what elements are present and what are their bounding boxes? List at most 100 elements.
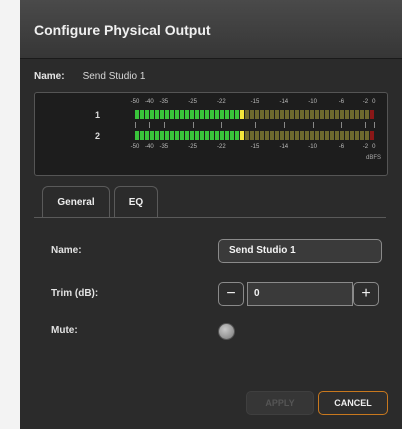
tab-general[interactable]: General	[42, 186, 110, 218]
meter-segment	[345, 110, 349, 119]
meter-segment	[225, 110, 229, 119]
meter-tick	[192, 122, 194, 128]
meter-scale-label: -15	[250, 144, 260, 150]
meter-scale-label: -10	[308, 99, 317, 105]
meter-segment	[360, 131, 364, 140]
meter-segment	[295, 110, 299, 119]
meter-segment	[230, 110, 234, 119]
tab-divider	[34, 217, 386, 218]
meter-scale-top: -50 -40 -35 -25 -22 -15 -14 -10 -6 -2 0	[35, 99, 387, 107]
meter-segment	[320, 131, 324, 140]
meter-scale-label: -14	[279, 99, 289, 105]
meter-segment	[170, 131, 174, 140]
meter-segment	[210, 131, 214, 140]
meter-scale-label: -50	[130, 99, 140, 105]
meter-tick	[255, 122, 256, 128]
meter-segment	[180, 110, 184, 119]
meter-segment	[205, 131, 209, 140]
meter-segment	[135, 131, 139, 140]
name-input[interactable]: Send Studio 1	[218, 239, 382, 263]
meter-segment	[365, 131, 369, 140]
name-field-label: Name:	[51, 245, 82, 256]
meter-segment	[370, 110, 374, 119]
meter-scale-label: -14	[279, 144, 289, 150]
meter-segment	[345, 131, 349, 140]
meter-segment	[135, 110, 139, 119]
meter-segment	[280, 110, 284, 119]
cancel-button[interactable]: CANCEL	[318, 391, 388, 415]
meter-segment	[250, 131, 254, 140]
meter-segment	[150, 131, 154, 140]
meter-tick	[135, 122, 136, 128]
meter-segment	[330, 110, 334, 119]
meter-scale-label: -25	[188, 144, 197, 150]
meter-scale-label: -22	[217, 144, 226, 150]
meter-tick	[163, 122, 165, 128]
meter-segment	[300, 110, 304, 119]
channel-label-1: 1	[95, 110, 101, 120]
output-name-label: Name:	[34, 71, 65, 82]
meter-segment	[245, 131, 249, 140]
meter-scale-label: -25	[188, 99, 197, 105]
meter-segment	[305, 131, 309, 140]
meter-segment	[245, 110, 249, 119]
meter-segment	[225, 131, 229, 140]
meter-segment	[165, 110, 169, 119]
meter-segment	[280, 131, 284, 140]
meter-segment	[270, 110, 274, 119]
meter-segment	[165, 131, 169, 140]
meter-tick	[149, 122, 151, 128]
meter-scale-label: -40	[145, 99, 154, 105]
meter-segment	[350, 110, 354, 119]
meter-segment	[285, 131, 289, 140]
meter-scale-label: 0	[372, 99, 376, 105]
meter-segment	[340, 131, 344, 140]
meter-scale-label: -35	[159, 144, 169, 150]
meter-segment	[235, 131, 239, 140]
meter-segment	[335, 110, 339, 119]
meter-scale-label: -6	[338, 144, 345, 150]
meter-segment	[265, 110, 269, 119]
meter-scale-label: -35	[159, 99, 169, 105]
meter-scale-label: -2	[362, 99, 369, 105]
configure-output-dialog: Configure Physical Output Name: Send Stud…	[20, 0, 402, 429]
meter-segment	[200, 110, 204, 119]
meter-segment	[275, 110, 279, 119]
meter-segment	[175, 110, 179, 119]
meter-segment	[145, 131, 149, 140]
meter-segment	[350, 131, 354, 140]
meter-segment	[180, 131, 184, 140]
meter-scale-label: -22	[217, 99, 226, 105]
meter-segment	[155, 110, 159, 119]
meter-segment	[200, 131, 204, 140]
meter-segment	[290, 110, 294, 119]
level-meter: -50 -40 -35 -25 -22 -15 -14 -10 -6 -2 0 1 2 -50 -40…	[34, 92, 388, 176]
meter-tick	[365, 122, 367, 128]
meter-unit: dBFS	[366, 155, 382, 161]
meter-tick	[312, 122, 314, 128]
apply-button[interactable]: APPLY	[246, 391, 314, 415]
trim-increment-button[interactable]: +	[353, 282, 379, 306]
meter-tick	[373, 122, 375, 128]
meter-segment	[140, 110, 144, 119]
mute-field-label: Mute:	[51, 325, 78, 336]
meter-scale-label: -6	[338, 99, 345, 105]
meter-segment	[335, 131, 339, 140]
trim-field-label: Trim (dB):	[51, 288, 99, 299]
meter-scale-label: -10	[308, 144, 317, 150]
trim-input[interactable]: 0	[247, 282, 353, 306]
meter-scale-label: -50	[130, 144, 140, 150]
tab-eq[interactable]: EQ	[114, 186, 158, 218]
meter-bar-channel-1	[135, 110, 377, 119]
meter-segment	[160, 131, 164, 140]
meter-scale-label: -2	[362, 144, 369, 150]
dialog-titlebar: Configure Physical Output	[20, 0, 402, 59]
meter-segment	[255, 110, 259, 119]
trim-decrement-button[interactable]: −	[218, 282, 244, 306]
mute-toggle[interactable]	[218, 323, 235, 340]
meter-segment	[260, 131, 264, 140]
meter-segment	[290, 131, 294, 140]
meter-segment	[325, 131, 329, 140]
meter-segment	[330, 131, 334, 140]
meter-segment	[295, 131, 299, 140]
